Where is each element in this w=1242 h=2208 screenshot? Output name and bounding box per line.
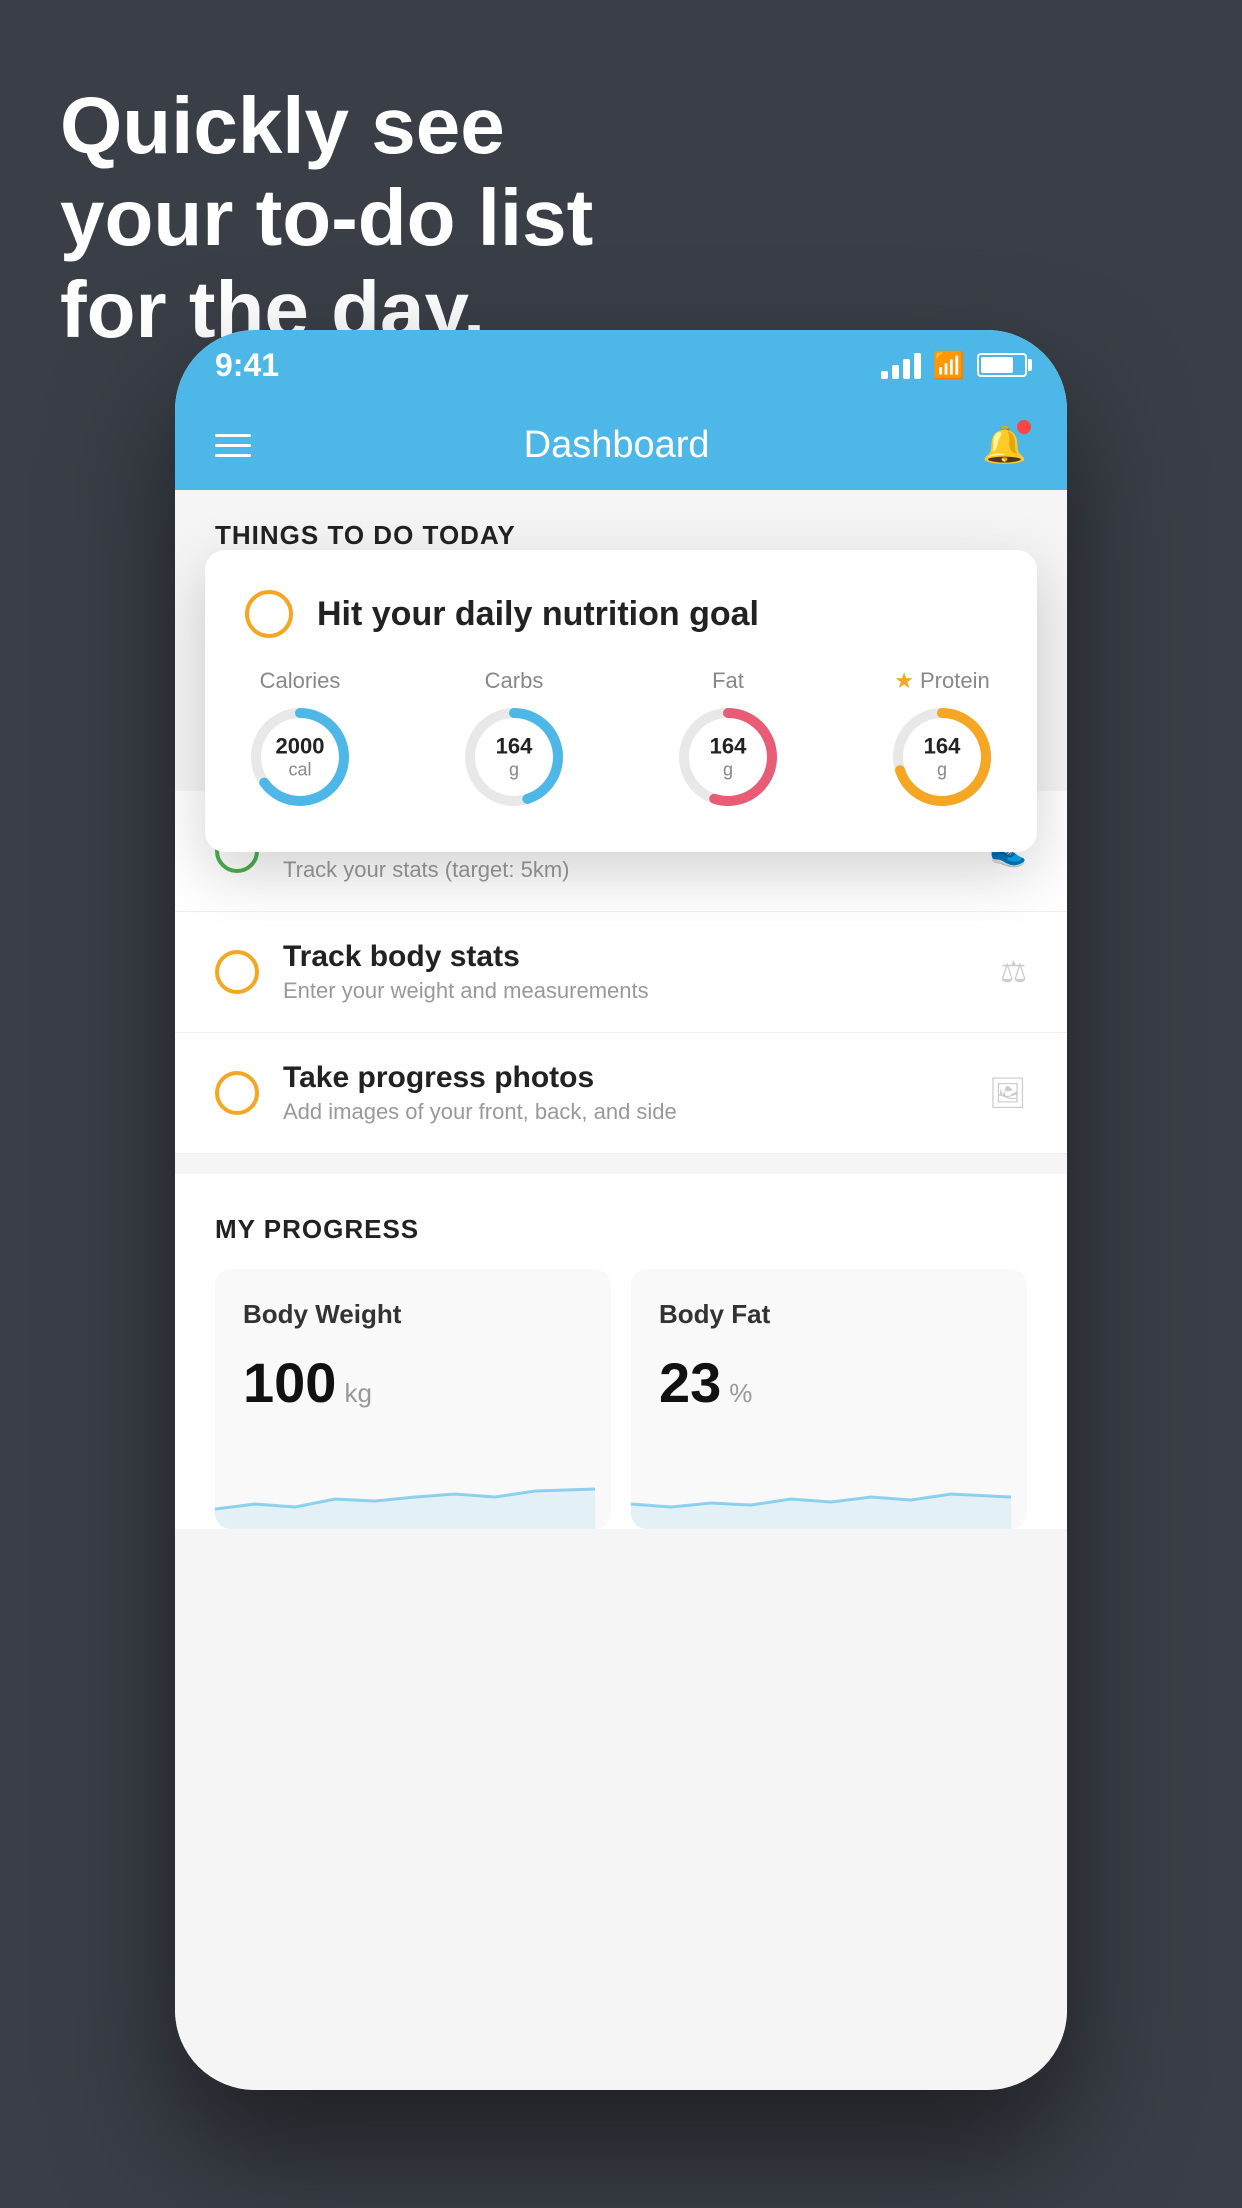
status-icons: 📶 xyxy=(881,350,1027,381)
photos-title: Take progress photos xyxy=(283,1061,965,1095)
body-weight-card[interactable]: Body Weight 100 kg xyxy=(215,1269,611,1529)
body-stats-title: Track body stats xyxy=(283,940,976,974)
nutrition-calories: Calories 2000 cal xyxy=(245,668,355,812)
nutrition-card-title: Hit your daily nutrition goal xyxy=(317,595,759,634)
nutrition-checkbox[interactable] xyxy=(245,590,293,638)
body-stats-subtitle: Enter your weight and measurements xyxy=(283,978,976,1004)
body-weight-label: Body Weight xyxy=(243,1299,583,1330)
progress-section: MY PROGRESS Body Weight 100 kg Body Fat xyxy=(175,1174,1067,1529)
nutrition-fat: Fat 164 g xyxy=(673,668,783,812)
body-weight-value: 100 xyxy=(243,1350,336,1415)
progress-cards: Body Weight 100 kg Body Fat 23 % xyxy=(215,1269,1027,1529)
status-time: 9:41 xyxy=(215,347,279,384)
wifi-icon: 📶 xyxy=(933,350,965,381)
body-weight-unit: kg xyxy=(344,1378,371,1409)
nutrition-card[interactable]: Hit your daily nutrition goal Calories 2… xyxy=(205,550,1037,852)
progress-title: MY PROGRESS xyxy=(215,1214,1027,1245)
nutrition-grid: Calories 2000 cal Carbs xyxy=(245,668,997,812)
page-headline: Quickly see your to-do list for the day. xyxy=(60,80,593,356)
photos-checkbox[interactable] xyxy=(215,1071,259,1115)
body-weight-chart xyxy=(215,1459,595,1529)
notification-bell-icon[interactable]: 🔔 xyxy=(982,424,1027,466)
things-title: THINGS TO DO TODAY xyxy=(215,520,516,550)
fat-donut: 164 g xyxy=(673,702,783,812)
body-fat-unit: % xyxy=(729,1378,752,1409)
running-subtitle: Track your stats (target: 5km) xyxy=(283,857,966,883)
content-area: THINGS TO DO TODAY Hit your daily nutrit… xyxy=(175,490,1067,2090)
body-fat-card[interactable]: Body Fat 23 % xyxy=(631,1269,1027,1529)
todo-item-photos[interactable]: Take progress photos Add images of your … xyxy=(175,1033,1067,1154)
notification-dot xyxy=(1017,420,1031,434)
carbs-donut: 164 g xyxy=(459,702,569,812)
signal-icon xyxy=(881,351,921,379)
protein-donut: 164 g xyxy=(887,702,997,812)
status-bar: 9:41 📶 xyxy=(175,330,1067,400)
protein-star-icon: ★ xyxy=(894,668,914,694)
body-fat-chart xyxy=(631,1459,1011,1529)
phone-mockup: 9:41 📶 Dashboard 🔔 THINGS TO xyxy=(175,330,1067,2090)
body-stats-checkbox[interactable] xyxy=(215,950,259,994)
body-stats-icon: ⚖ xyxy=(1000,955,1027,990)
photos-subtitle: Add images of your front, back, and side xyxy=(283,1099,965,1125)
calories-donut: 2000 cal xyxy=(245,702,355,812)
photos-icon: 🖼 xyxy=(989,1076,1027,1111)
body-fat-value: 23 xyxy=(659,1350,721,1415)
battery-icon xyxy=(977,353,1027,377)
todo-item-body-stats[interactable]: Track body stats Enter your weight and m… xyxy=(175,912,1067,1033)
app-header: Dashboard 🔔 xyxy=(175,400,1067,490)
header-title: Dashboard xyxy=(524,424,710,467)
nutrition-protein: ★ Protein 164 g xyxy=(887,668,997,812)
menu-icon[interactable] xyxy=(215,434,251,457)
nutrition-carbs: Carbs 164 g xyxy=(459,668,569,812)
body-fat-label: Body Fat xyxy=(659,1299,999,1330)
